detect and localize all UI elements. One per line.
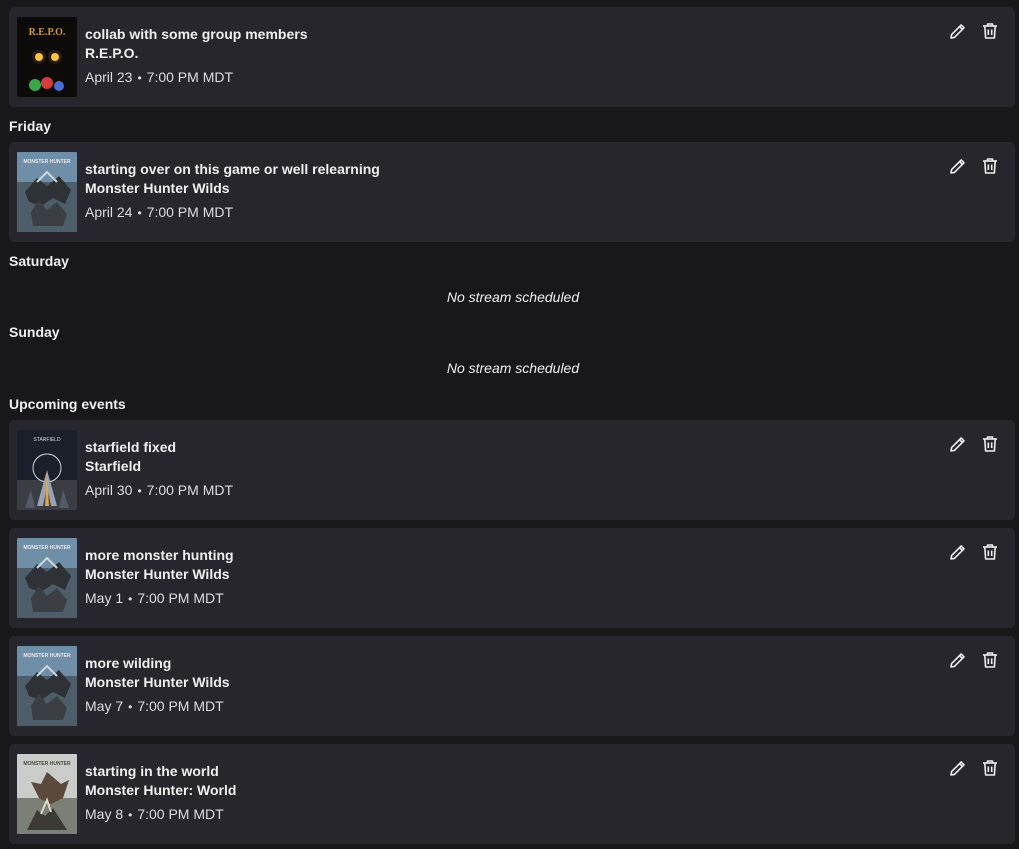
separator-dot: •: [137, 206, 142, 220]
stream-datetime: May 7 • 7:00 PM MDT: [85, 697, 224, 716]
svg-text:MONSTER HUNTER: MONSTER HUNTER: [23, 545, 71, 551]
delete-button[interactable]: [978, 432, 1002, 456]
separator-dot: •: [128, 592, 133, 606]
game-name[interactable]: Starfield: [85, 457, 141, 475]
edit-button[interactable]: [946, 19, 970, 43]
game-boxart: MONSTER HUNTER: [17, 538, 77, 618]
trash-icon: [983, 544, 997, 560]
separator-dot: •: [128, 808, 133, 822]
day-heading-saturday: Saturday: [9, 253, 69, 269]
stream-datetime: April 23 • 7:00 PM MDT: [85, 68, 233, 87]
stream-card: R.E.P.O. collab with some group members …: [9, 7, 1015, 107]
game-name[interactable]: Monster Hunter Wilds: [85, 565, 230, 583]
stream-title: more monster hunting: [85, 547, 234, 563]
svg-text:STARFIELD: STARFIELD: [33, 437, 61, 443]
pencil-icon: [950, 159, 965, 174]
game-boxart: R.E.P.O.: [17, 17, 77, 97]
delete-button[interactable]: [978, 19, 1002, 43]
game-boxart: MONSTER HUNTER: [17, 152, 77, 232]
game-boxart: MONSTER HUNTER: [17, 754, 77, 834]
pencil-icon: [950, 24, 965, 39]
game-name[interactable]: Monster Hunter: World: [85, 781, 236, 799]
day-heading-friday: Friday: [9, 118, 52, 134]
stream-card: STARFIELD starfield fixed Starfield Apri…: [9, 420, 1015, 520]
trash-icon: [983, 158, 997, 174]
delete-button[interactable]: [978, 756, 1002, 780]
stream-time: 7:00 PM MDT: [137, 698, 224, 714]
edit-button[interactable]: [946, 648, 970, 672]
stream-card: MONSTER HUNTER more wilding Monster Hunt…: [9, 636, 1015, 736]
game-name[interactable]: R.E.P.O.: [85, 44, 138, 62]
game-boxart: MONSTER HUNTER: [17, 646, 77, 726]
day-heading-sunday: Sunday: [9, 324, 60, 340]
stream-time: 7:00 PM MDT: [137, 590, 224, 606]
stream-title: starfield fixed: [85, 439, 177, 455]
stream-title: starting in the world: [85, 763, 219, 779]
trash-icon: [983, 652, 997, 668]
separator-dot: •: [137, 484, 142, 498]
separator-dot: •: [128, 700, 133, 714]
stream-date: April 30: [85, 482, 133, 498]
stream-datetime: May 1 • 7:00 PM MDT: [85, 589, 224, 608]
pencil-icon: [950, 545, 965, 560]
delete-button[interactable]: [978, 154, 1002, 178]
stream-time: 7:00 PM MDT: [146, 69, 234, 85]
stream-date: April 24: [85, 204, 133, 220]
svg-text:MONSTER HUNTER: MONSTER HUNTER: [23, 653, 71, 659]
delete-button[interactable]: [978, 648, 1002, 672]
upcoming-events-heading: Upcoming events: [9, 396, 126, 412]
stream-datetime: April 30 • 7:00 PM MDT: [85, 481, 233, 500]
svg-text:R.E.P.O.: R.E.P.O.: [29, 27, 66, 38]
pencil-icon: [950, 437, 965, 452]
stream-card: MONSTER HUNTER more monster hunting Mons…: [9, 528, 1015, 628]
no-stream-message: No stream scheduled: [446, 360, 580, 376]
stream-date: May 7: [85, 698, 124, 714]
stream-date: May 1: [85, 590, 124, 606]
separator-dot: •: [137, 71, 142, 85]
svg-text:MONSTER HUNTER: MONSTER HUNTER: [23, 761, 71, 767]
edit-button[interactable]: [946, 432, 970, 456]
game-name[interactable]: Monster Hunter Wilds: [85, 673, 230, 691]
edit-button[interactable]: [946, 154, 970, 178]
no-stream-message: No stream scheduled: [446, 289, 580, 305]
stream-time: 7:00 PM MDT: [137, 806, 224, 822]
svg-text:MONSTER HUNTER: MONSTER HUNTER: [23, 159, 71, 165]
stream-time: 7:00 PM MDT: [146, 482, 234, 498]
stream-time: 7:00 PM MDT: [146, 204, 234, 220]
stream-title: starting over on this game or well relea…: [85, 161, 380, 177]
delete-button[interactable]: [978, 540, 1002, 564]
pencil-icon: [950, 653, 965, 668]
game-name[interactable]: Monster Hunter Wilds: [85, 179, 230, 197]
game-boxart: STARFIELD: [17, 430, 77, 510]
stream-card: MONSTER HUNTER starting over on this gam…: [9, 142, 1015, 242]
stream-title: more wilding: [85, 655, 172, 671]
stream-title: collab with some group members: [85, 26, 308, 42]
stream-card: MONSTER HUNTER starting in the world Mon…: [9, 744, 1015, 844]
trash-icon: [983, 760, 997, 776]
trash-icon: [983, 436, 997, 452]
stream-date: May 8: [85, 806, 124, 822]
pencil-icon: [950, 761, 965, 776]
stream-datetime: May 8 • 7:00 PM MDT: [85, 805, 224, 824]
trash-icon: [983, 23, 997, 39]
edit-button[interactable]: [946, 540, 970, 564]
stream-date: April 23: [85, 69, 133, 85]
stream-datetime: April 24 • 7:00 PM MDT: [85, 203, 233, 222]
edit-button[interactable]: [946, 756, 970, 780]
schedule-page: R.E.P.O. collab with some group members …: [0, 0, 1019, 849]
